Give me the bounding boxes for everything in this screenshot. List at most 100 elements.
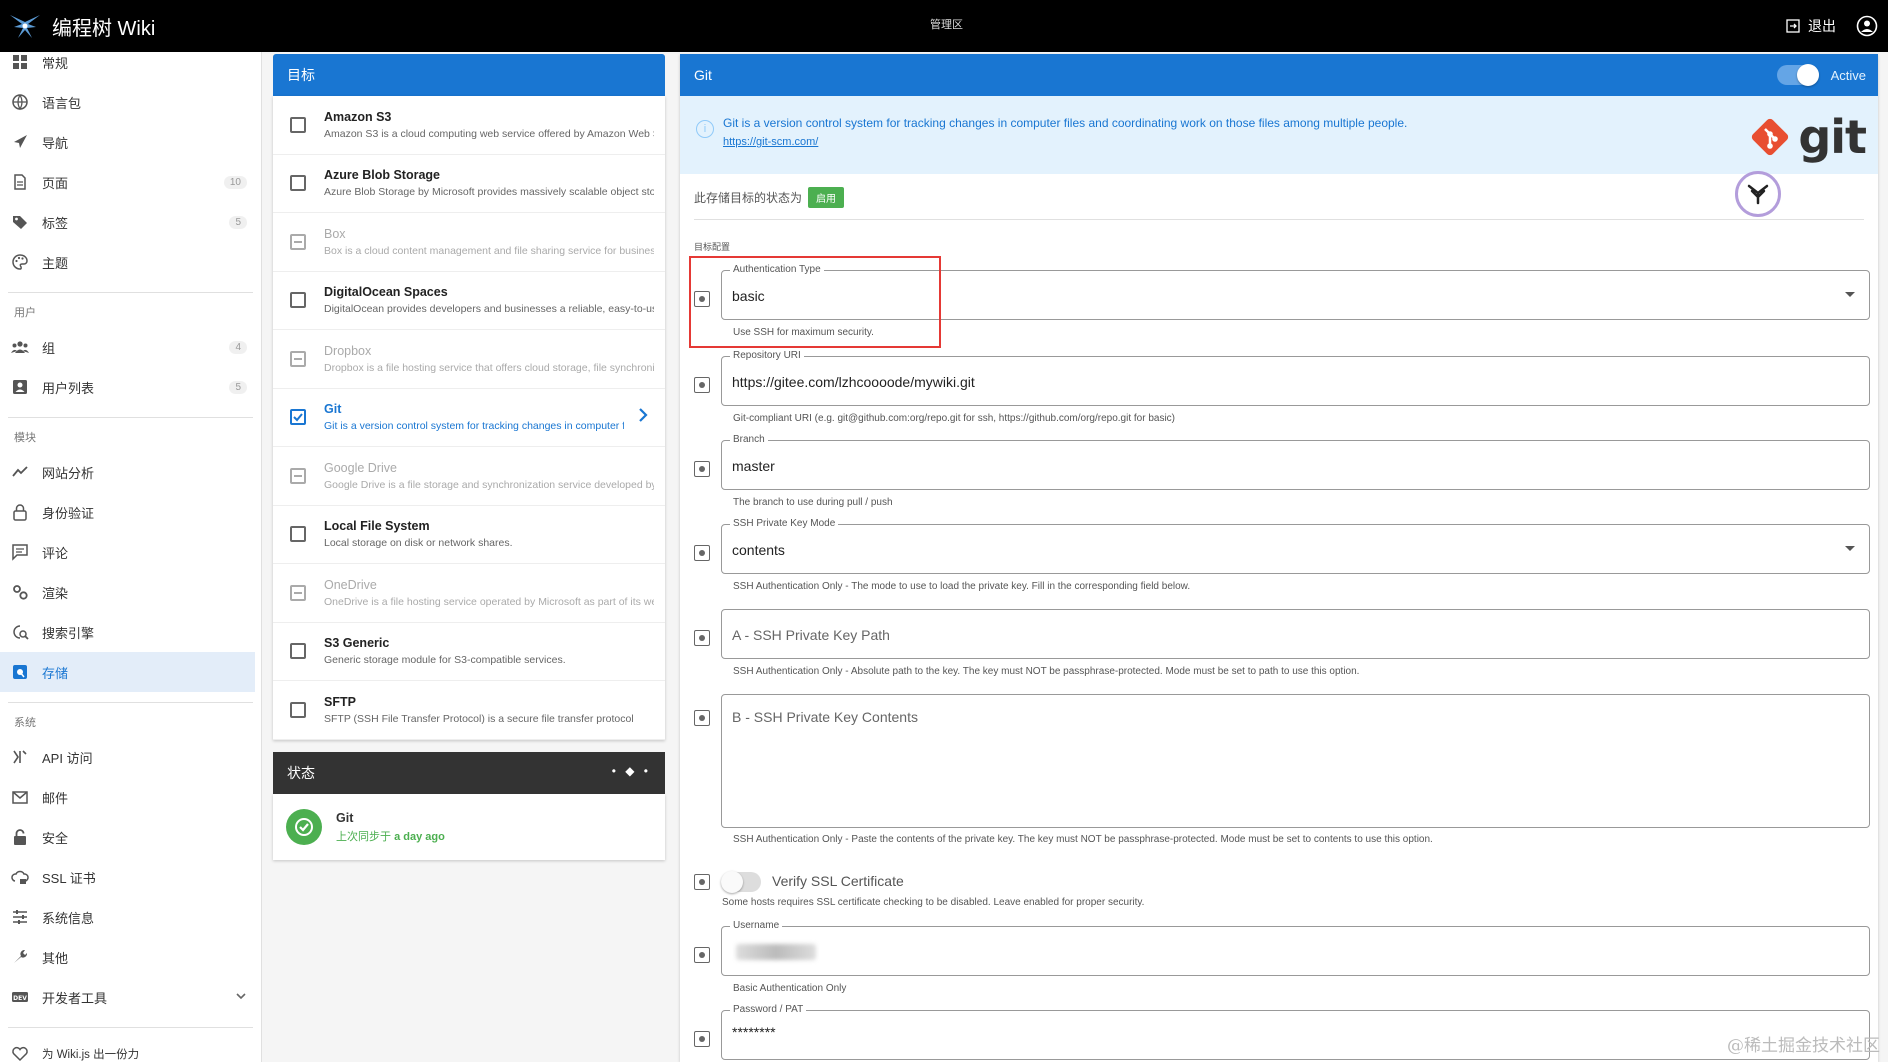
sidebar-item-label: 搜索引擎 xyxy=(42,625,95,641)
sidebar-item-storage[interactable]: 存储 xyxy=(0,652,255,692)
config-gear-icon xyxy=(694,710,710,726)
active-label: Active xyxy=(1830,67,1866,83)
storage-target-item[interactable]: Google Drive Google Drive is a file stora… xyxy=(273,447,665,506)
sidebar-item-analytics[interactable]: 网站分析 xyxy=(0,452,261,492)
analytics-icon xyxy=(10,462,30,482)
section-modules-label: 模块 xyxy=(14,432,36,444)
target-description: OneDrive is a file hosting service opera… xyxy=(324,595,654,608)
sidebar-item-lock[interactable]: 身份验证 xyxy=(0,492,261,532)
chevron-right-icon[interactable] xyxy=(637,407,649,428)
target-text: Box Box is a cloud content management and… xyxy=(324,227,654,257)
sidebar-item-cloud-lock[interactable]: SSL 证书 xyxy=(0,857,261,897)
sidebar-item-globe[interactable]: 语言包 xyxy=(0,82,261,122)
sidebar-item-cogs[interactable]: 渲染 xyxy=(0,572,261,612)
sidebar-item-label: 网站分析 xyxy=(42,465,95,481)
navigation-icon xyxy=(10,132,30,152)
password-input[interactable]: Password / PAT ******** xyxy=(721,1004,1870,1060)
sidebar-item-sliders[interactable]: 系统信息 xyxy=(0,897,261,937)
branch-input[interactable]: Branch master xyxy=(721,434,1870,490)
ssh-mode-select[interactable]: SSH Private Key Mode contents xyxy=(721,518,1870,574)
sidebar-item-group[interactable]: 组4 xyxy=(0,327,261,367)
target-description: Amazon S3 is a cloud computing web servi… xyxy=(324,127,654,140)
checkbox-icon[interactable] xyxy=(290,701,306,718)
cloud-lock-icon xyxy=(10,867,30,887)
sidebar-item-wrench[interactable]: 其他 xyxy=(0,937,261,977)
tags-icon xyxy=(10,212,30,232)
verify-ssl-label: Verify SSL Certificate xyxy=(772,873,904,889)
target-text: OneDrive OneDrive is a file hosting servi… xyxy=(324,578,654,608)
target-text: Dropbox Dropbox is a file hosting service… xyxy=(324,344,654,374)
brand[interactable]: 编程树 Wiki xyxy=(8,11,155,41)
sidebar-item-dashboard[interactable]: 常规 xyxy=(0,52,261,82)
target-description: Box is a cloud content management and fi… xyxy=(324,244,654,257)
checkbox-icon xyxy=(290,584,306,601)
username-input[interactable]: Username xyxy=(721,920,1870,976)
watermark: @稀土掘金技术社区 xyxy=(1727,1036,1880,1056)
checkbox-icon[interactable] xyxy=(290,116,306,133)
targets-title: 目标 xyxy=(287,67,315,83)
checkbox-icon[interactable] xyxy=(290,175,306,192)
wrench-icon xyxy=(10,947,30,967)
lock-icon xyxy=(10,502,30,522)
sidebar-item-palette[interactable]: 主题 xyxy=(0,242,261,282)
chevron-down-icon[interactable] xyxy=(235,990,247,1005)
ssh-path-input[interactable]: A - SSH Private Key Path xyxy=(721,609,1870,659)
storage-target-item[interactable]: OneDrive OneDrive is a file hosting servi… xyxy=(273,564,665,623)
git-config-panel: Git Active i Git is a version control sy… xyxy=(680,54,1878,1062)
target-title: Amazon S3 xyxy=(324,109,392,124)
git-description: Git is a version control system for trac… xyxy=(723,116,1408,130)
sidebar-item-label: 邮件 xyxy=(42,790,69,806)
sidebar-item-label: 标签 xyxy=(42,215,69,231)
ssh-contents-textarea[interactable]: B - SSH Private Key Contents xyxy=(721,694,1870,828)
git-info-alert: i Git is a version control system for tr… xyxy=(680,96,1878,174)
target-text: S3 Generic Generic storage module for S3-… xyxy=(324,636,654,666)
target-title: OneDrive xyxy=(324,577,377,592)
group-icon xyxy=(10,337,30,357)
storage-target-item[interactable]: DigitalOcean Spaces DigitalOcean provides… xyxy=(273,272,665,330)
logout-button[interactable]: 退出 xyxy=(1786,16,1836,36)
sidebar-item-user[interactable]: 用户列表 5 xyxy=(0,367,261,407)
status-title: 状态 xyxy=(287,765,315,781)
section-users-label: 用户 xyxy=(14,307,36,319)
account-icon[interactable] xyxy=(1856,15,1878,37)
sidebar-item-security[interactable]: 安全 xyxy=(0,817,261,857)
sidebar-item-api[interactable]: API 访问 xyxy=(0,737,261,777)
git-website-link[interactable]: https://git-scm.com/ xyxy=(723,136,818,148)
checkbox-icon[interactable] xyxy=(290,643,306,660)
storage-target-item[interactable]: S3 Generic Generic storage module for S3-… xyxy=(273,623,665,681)
active-switch[interactable] xyxy=(1776,64,1819,86)
target-title: DigitalOcean Spaces xyxy=(324,285,448,300)
storage-target-item[interactable]: Git Git is a version control system for t… xyxy=(273,389,665,447)
ssh-contents-placeholder: B - SSH Private Key Contents xyxy=(732,709,918,725)
sidebar-item-tags[interactable]: 标签 5 xyxy=(0,202,261,242)
storage-target-item[interactable]: Azure Blob Storage Azure Blob Storage by … xyxy=(273,155,665,213)
sidebar-item-search-engine[interactable]: 搜索引擎 xyxy=(0,612,261,652)
verify-ssl-switch[interactable] xyxy=(721,871,761,893)
ssh-path-placeholder: A - SSH Private Key Path xyxy=(732,627,890,643)
repo-uri-input[interactable]: Repository URI https://gitee.com/lzhcooo… xyxy=(721,350,1870,406)
status-sync-time: a day ago xyxy=(394,830,445,843)
repo-uri-hint: Git-compliant URI (e.g. git@github.com:o… xyxy=(733,413,1176,424)
checkbox-icon[interactable] xyxy=(290,526,306,543)
storage-target-item[interactable]: SFTP SFTP (SSH File Transfer Protocol) is… xyxy=(273,681,665,740)
sidebar-item-navigation[interactable]: 导航 xyxy=(0,122,261,162)
auth-type-select[interactable]: Authentication Type basic xyxy=(721,264,1870,320)
storage-target-item[interactable]: Box Box is a cloud content management and… xyxy=(273,213,665,272)
checkbox-icon[interactable] xyxy=(290,292,306,309)
sidebar-item-mail[interactable]: 邮件 xyxy=(0,777,261,817)
target-state-row: 此存储目标的状态为 启用 xyxy=(694,187,845,208)
status-header: 状态 • ◆ • xyxy=(273,752,665,794)
storage-target-item[interactable]: Amazon S3 Amazon S3 is a cloud computing … xyxy=(273,96,665,155)
sidebar-item-page[interactable]: 页面 10 xyxy=(0,162,261,202)
username-legend: Username xyxy=(730,920,783,931)
floating-assistant-icon[interactable] xyxy=(1735,171,1781,217)
sidebar-item-dev[interactable]: DEV 开发者工具 xyxy=(0,977,261,1017)
sidebar-item-comment[interactable]: 评论 xyxy=(0,532,261,572)
active-toggle[interactable]: Active xyxy=(1776,64,1866,86)
sidebar-divider xyxy=(8,292,253,293)
storage-target-item[interactable]: Dropbox Dropbox is a file hosting service… xyxy=(273,330,665,389)
storage-target-item[interactable]: Local File System Local storage on disk o… xyxy=(273,506,665,564)
checkbox-checked-icon[interactable] xyxy=(290,409,306,426)
target-description: Azure Blob Storage by Microsoft provides… xyxy=(324,186,654,199)
contribute-link[interactable]: 为 Wiki.js 出一份力 xyxy=(0,1034,261,1062)
